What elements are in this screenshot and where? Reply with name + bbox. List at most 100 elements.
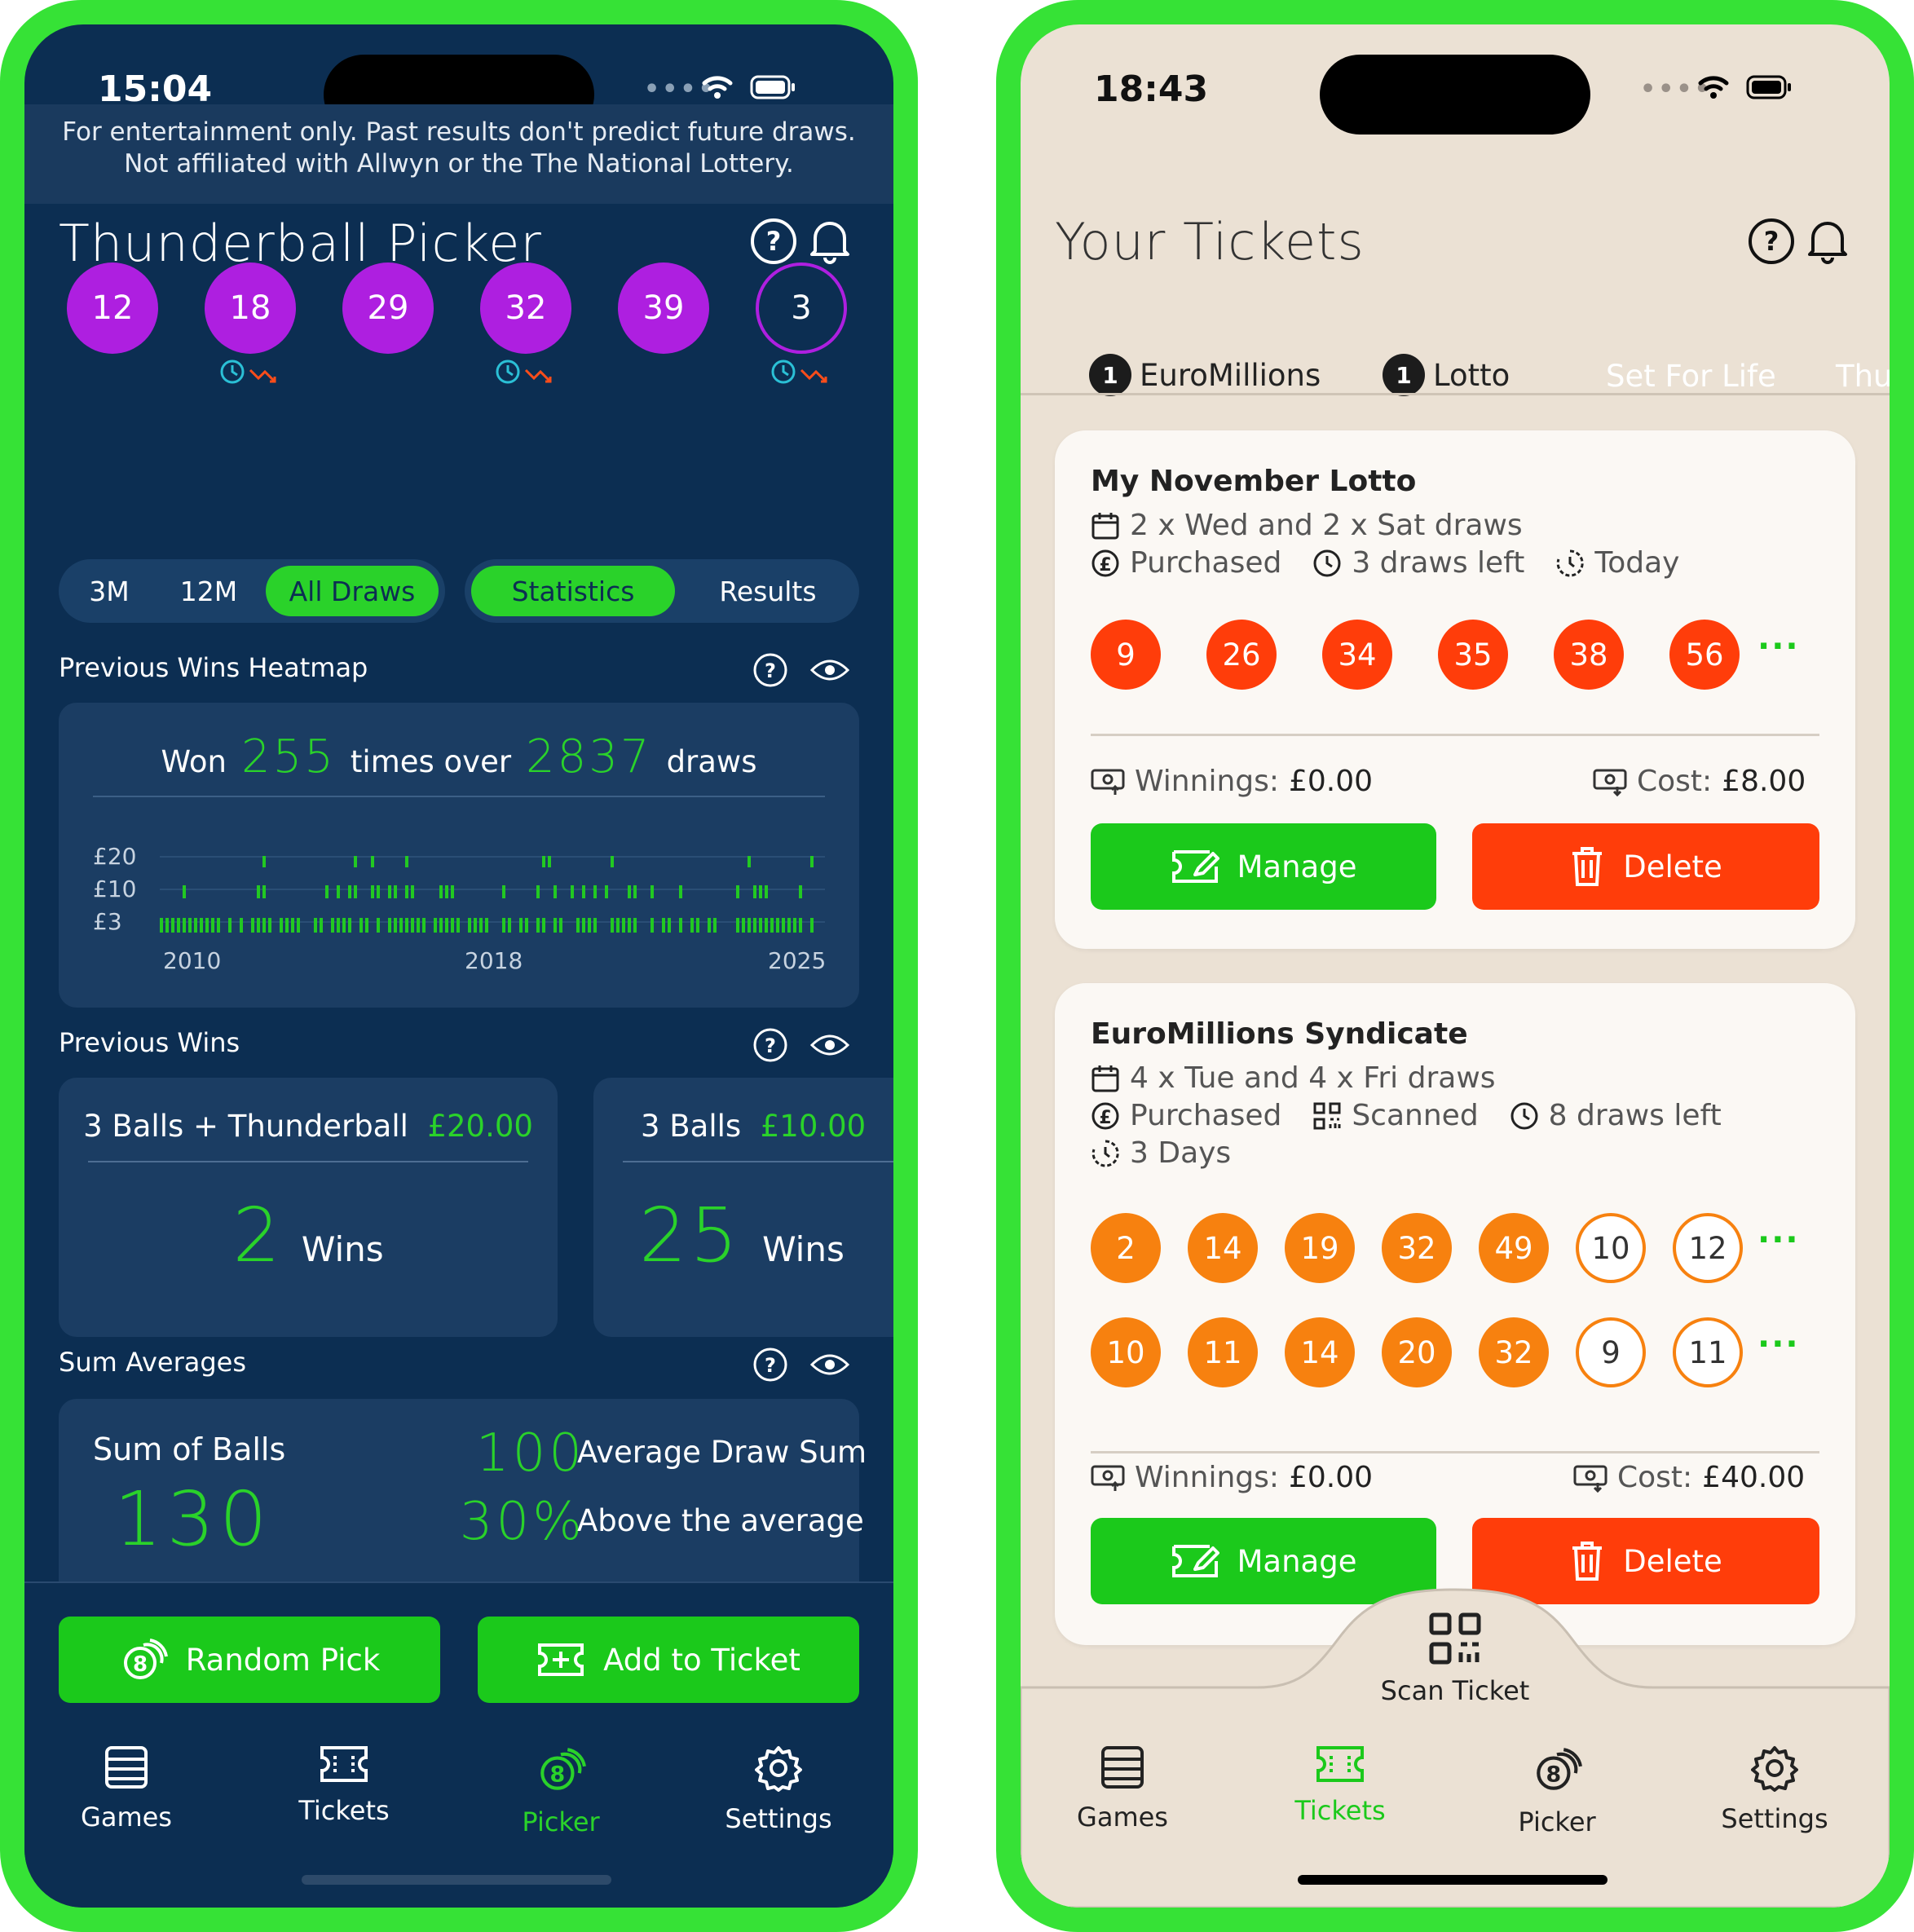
delete-button[interactable]: Delete bbox=[1472, 823, 1819, 910]
main-number-ball: 10 bbox=[1091, 1317, 1161, 1387]
heatmap-tick bbox=[337, 885, 340, 898]
period-3m[interactable]: 3M bbox=[70, 566, 148, 616]
won-prefix: Won bbox=[161, 744, 227, 779]
tab-thunderball[interactable]: Thund bbox=[1836, 359, 1890, 394]
heatmap-tick bbox=[559, 918, 562, 933]
manage-button[interactable]: Manage bbox=[1091, 823, 1436, 910]
eye-icon[interactable] bbox=[809, 1350, 850, 1379]
ticket-card: My November Lotto 2 x Wed and 2 x Sat dr… bbox=[1055, 430, 1855, 949]
help-icon[interactable]: ? bbox=[752, 1347, 788, 1383]
heatmap-bars bbox=[160, 846, 825, 936]
heatmap-tick bbox=[759, 918, 762, 933]
heatmap-tick bbox=[708, 918, 711, 933]
heatmap-tick bbox=[439, 918, 443, 933]
nav-picker-label: Picker bbox=[1518, 1806, 1596, 1837]
bell-icon[interactable] bbox=[807, 215, 853, 266]
y-label-3: £3 bbox=[93, 908, 122, 935]
nav-settings-label: Settings bbox=[1721, 1803, 1828, 1834]
won-count: 255 bbox=[241, 730, 336, 783]
nav-tickets[interactable]: Tickets bbox=[238, 1745, 450, 1826]
help-icon[interactable]: ? bbox=[749, 217, 798, 266]
tab-set-for-life[interactable]: Set For Life bbox=[1606, 359, 1776, 394]
period-toggle: 3M 12M All Draws bbox=[59, 559, 445, 623]
heatmap-tick bbox=[611, 856, 614, 867]
nav-picker-label: Picker bbox=[522, 1806, 600, 1837]
heatmap-summary: Won 255 times over 2837 draws bbox=[59, 730, 859, 783]
heatmap-tick bbox=[348, 885, 351, 898]
add-to-ticket-button[interactable]: Add to Ticket bbox=[478, 1617, 859, 1703]
pound-circle-icon: £ bbox=[1092, 549, 1119, 576]
money-in-icon bbox=[1091, 769, 1125, 795]
number-ball: 38 bbox=[1554, 620, 1624, 690]
help-icon[interactable]: ? bbox=[752, 1027, 788, 1063]
heatmap-tick bbox=[320, 918, 323, 933]
heatmap-tick bbox=[576, 918, 580, 933]
heatmap-tick bbox=[696, 918, 699, 933]
ticket-name: My November Lotto bbox=[1091, 465, 1417, 498]
help-icon[interactable]: ? bbox=[1747, 217, 1796, 266]
nav-picker[interactable]: 8 Picker bbox=[455, 1745, 667, 1837]
heatmap-tick bbox=[542, 918, 545, 933]
nav-settings[interactable]: Settings bbox=[673, 1745, 884, 1834]
heatmap-tick bbox=[365, 918, 368, 933]
heatmap-tick bbox=[354, 885, 357, 898]
scan-ticket-button[interactable]: Scan Ticket bbox=[1374, 1610, 1537, 1706]
heatmap-tick bbox=[371, 856, 374, 867]
tab-badge: 1 bbox=[1089, 354, 1131, 396]
heatmap-tick bbox=[171, 918, 174, 933]
pct-label: Above the average bbox=[577, 1503, 864, 1538]
heatmap-tick bbox=[422, 918, 426, 933]
heatmap-tick bbox=[439, 885, 443, 898]
eye-icon[interactable] bbox=[809, 655, 850, 685]
heatmap-tick bbox=[759, 885, 762, 898]
ticket-line-2: 10 11 14 20 32 9 11 bbox=[1091, 1317, 1743, 1387]
tab-lotto[interactable]: 1 Lotto bbox=[1383, 354, 1510, 396]
main-number-ball: 20 bbox=[1382, 1317, 1452, 1387]
heatmap-tick bbox=[417, 918, 420, 933]
tab-euromillions[interactable]: 1 EuroMillions bbox=[1089, 354, 1321, 396]
nav-settings[interactable]: Settings bbox=[1669, 1745, 1881, 1834]
more-options-icon[interactable]: ··· bbox=[1757, 1221, 1800, 1259]
help-icon[interactable]: ? bbox=[752, 652, 788, 688]
tickets-screen: 18:43 •••• Your Tickets ? 1 EuroMillions… bbox=[1021, 24, 1890, 1908]
more-options-icon[interactable]: ··· bbox=[1757, 628, 1800, 665]
nav-tickets[interactable]: Tickets bbox=[1234, 1745, 1446, 1826]
random-pick-button[interactable]: 8 Random Pick bbox=[59, 1617, 440, 1703]
heatmap-tick bbox=[456, 918, 460, 933]
eye-icon[interactable] bbox=[809, 1030, 850, 1060]
heatmap-tick bbox=[502, 885, 505, 898]
number-ball: 56 bbox=[1669, 620, 1740, 690]
tab-results[interactable]: Results bbox=[686, 566, 849, 616]
nav-games[interactable]: Games bbox=[1021, 1745, 1228, 1833]
tab-statistics[interactable]: Statistics bbox=[471, 566, 675, 616]
heatmap-tick bbox=[359, 918, 363, 933]
bell-icon[interactable] bbox=[1805, 215, 1850, 266]
more-options-icon[interactable]: ··· bbox=[1757, 1325, 1800, 1363]
heatmap-tick bbox=[679, 918, 682, 933]
bottom-nav: Games Tickets 8 Picker Settings bbox=[1021, 1745, 1890, 1842]
period-12m[interactable]: 12M bbox=[160, 566, 258, 616]
nav-picker[interactable]: 8 Picker bbox=[1451, 1745, 1663, 1837]
heatmap-tick bbox=[810, 918, 814, 933]
heatmap-tick bbox=[388, 918, 391, 933]
main-number-ball: 32 bbox=[1479, 1317, 1549, 1387]
heatmap-tick bbox=[588, 918, 591, 933]
ticket-next-draw: 3 Days bbox=[1091, 1136, 1231, 1170]
money-out-icon bbox=[1593, 769, 1627, 796]
svg-text:8: 8 bbox=[1546, 1762, 1562, 1787]
timer-icon bbox=[1557, 549, 1584, 576]
tickets-phone: 18:43 •••• Your Tickets ? 1 EuroMillions… bbox=[996, 0, 1914, 1932]
heatmap-tick bbox=[679, 885, 682, 898]
divider bbox=[1091, 1451, 1819, 1453]
nav-games[interactable]: Games bbox=[24, 1745, 232, 1833]
heatmap-tick bbox=[217, 918, 220, 933]
heatmap-tick bbox=[571, 885, 574, 898]
heatmap-tick bbox=[616, 918, 620, 933]
heatmap-card: Won 255 times over 2837 draws £20 £10 £3… bbox=[59, 703, 859, 1008]
svg-text:£: £ bbox=[1099, 1108, 1111, 1128]
period-all-draws[interactable]: All Draws bbox=[266, 566, 439, 616]
heatmap-tick bbox=[776, 918, 779, 933]
ticket-winnings: Winnings: £0.00 bbox=[1091, 765, 1373, 798]
trash-icon bbox=[1572, 1542, 1603, 1581]
thunderball-ball: 3 bbox=[756, 262, 847, 354]
